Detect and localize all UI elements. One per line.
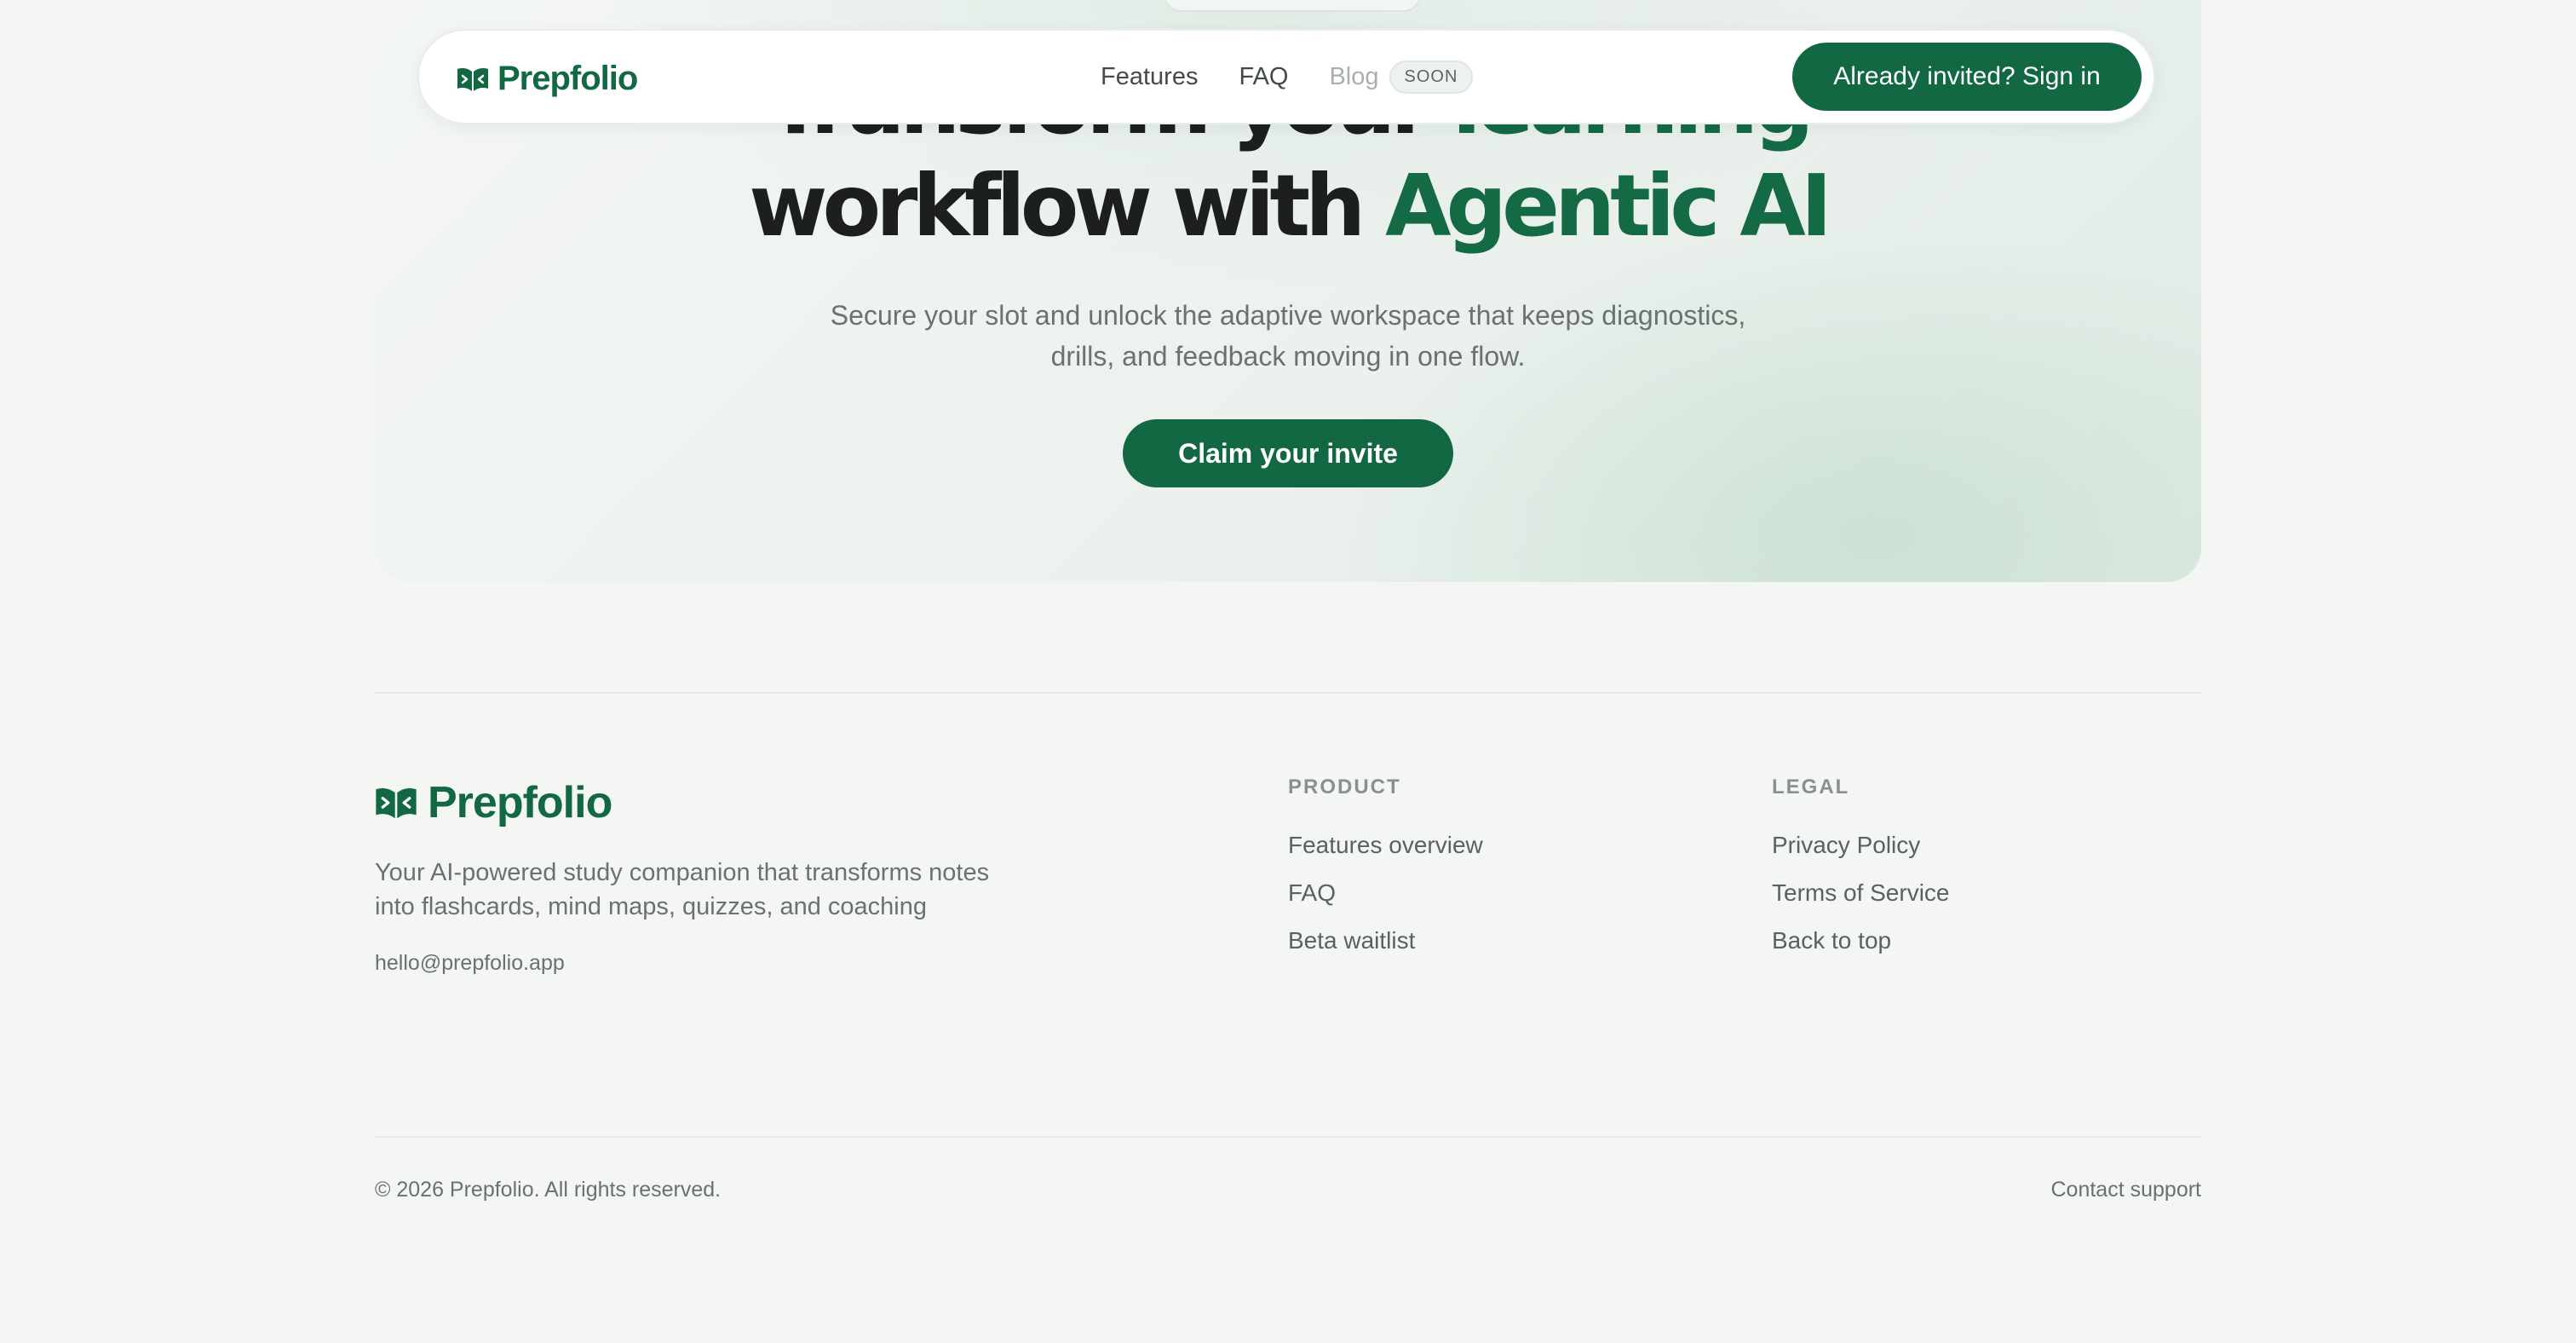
footer-column-product: PRODUCT Features overview FAQ Beta waitl… — [1288, 775, 1483, 965]
open-book-icon — [375, 785, 417, 821]
nav-link-faq[interactable]: FAQ — [1239, 63, 1288, 91]
hero-subtitle: Secure your slot and unlock the adaptive… — [375, 295, 2201, 377]
footer-column-legal: LEGAL Privacy Policy Terms of Service Ba… — [1772, 775, 1950, 965]
footer-brand-logo[interactable]: Prepfolio — [375, 777, 612, 828]
nav-link-features[interactable]: Features — [1101, 63, 1198, 91]
footer-divider-top — [375, 692, 2201, 694]
footer-description-line1: Your AI-powered study companion that tra… — [375, 859, 990, 886]
footer-description: Your AI-powered study companion that tra… — [375, 856, 1073, 924]
footer-description-line2: into flashcards, mind maps, quizzes, and… — [375, 893, 928, 920]
nav-links: Features FAQ Blog SOON — [1101, 31, 1474, 123]
open-book-icon — [457, 66, 489, 93]
top-navbar: Prepfolio Features FAQ Blog SOON Already… — [417, 29, 2155, 124]
claim-invite-button[interactable]: Claim your invite — [1123, 419, 1453, 487]
hero-title-line2: workflow with Agentic AI — [375, 155, 2201, 257]
footer-link-privacy-policy[interactable]: Privacy Policy — [1772, 821, 1950, 869]
footer-link-features-overview[interactable]: Features overview — [1288, 821, 1483, 869]
hero-subtitle-line2: drills, and feedback moving in one flow. — [1050, 341, 1526, 372]
footer-divider-bottom — [375, 1136, 2201, 1138]
footer-link-faq[interactable]: FAQ — [1288, 869, 1483, 917]
sign-in-button[interactable]: Already invited? Sign in — [1792, 43, 2142, 111]
footer-product-heading: PRODUCT — [1288, 775, 1401, 798]
hero-title-line2-dark: workflow with — [749, 156, 1366, 256]
nav-brand-name: Prepfolio — [497, 60, 638, 97]
hero-subtitle-line1: Secure your slot and unlock the adaptive… — [830, 300, 1746, 331]
soon-badge: SOON — [1389, 60, 1474, 94]
footer-email-link[interactable]: hello@prepfolio.app — [375, 951, 565, 976]
nav-brand-logo[interactable]: Prepfolio — [457, 60, 638, 98]
nav-link-blog: Blog — [1329, 62, 1379, 90]
contact-support-link[interactable]: Contact support — [2051, 1178, 2202, 1202]
copyright-text: © 2026 Prepfolio. All rights reserved. — [375, 1178, 722, 1202]
footer-brand-name: Prepfolio — [428, 778, 612, 827]
hero-announcement-pill[interactable] — [1163, 0, 1422, 12]
footer-link-beta-waitlist[interactable]: Beta waitlist — [1288, 917, 1483, 965]
footer-link-terms-of-service[interactable]: Terms of Service — [1772, 869, 1950, 917]
footer-link-back-to-top[interactable]: Back to top — [1772, 917, 1950, 965]
hero-title-line2-highlight: Agentic AI — [1385, 156, 1832, 256]
footer-legal-heading: LEGAL — [1772, 775, 1850, 798]
